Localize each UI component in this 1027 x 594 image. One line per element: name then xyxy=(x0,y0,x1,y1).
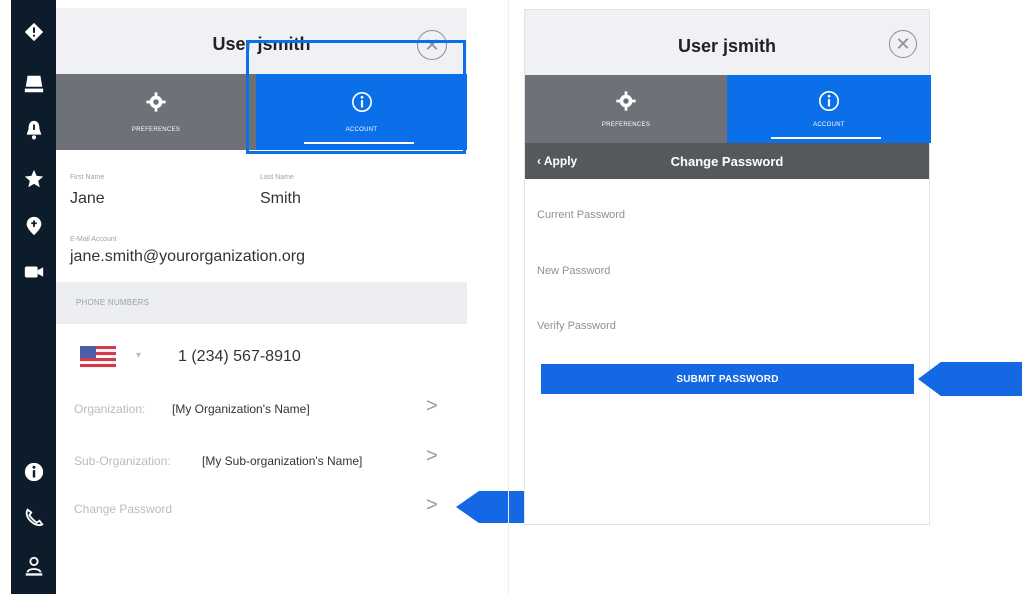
us-flag-icon[interactable] xyxy=(80,346,116,368)
current-password-label: Current Password xyxy=(537,209,626,221)
tab-label: Account xyxy=(813,122,845,128)
chevron-right-icon[interactable]: > xyxy=(426,495,438,515)
gear-icon xyxy=(616,91,636,111)
tab-label: Preferences xyxy=(131,127,181,133)
last-name-value[interactable]: Smith xyxy=(260,190,301,208)
phone-icon[interactable] xyxy=(11,500,56,536)
gear-icon xyxy=(146,92,166,112)
new-password-input[interactable] xyxy=(665,261,915,281)
email-label: E-Mail Account xyxy=(70,236,117,243)
phone-number-value[interactable]: 1 (234) 567-8910 xyxy=(178,348,301,366)
sub-organization-value: [My Sub-organization's Name] xyxy=(202,454,363,468)
screen: User jsmith ✕ Preferences Account xyxy=(0,0,1027,594)
subheader-title: Change Password xyxy=(670,154,784,169)
monitor-icon[interactable] xyxy=(11,66,56,102)
person-badge-icon[interactable] xyxy=(11,548,56,584)
first-name-value[interactable]: Jane xyxy=(70,190,105,208)
info-icon[interactable] xyxy=(11,454,56,490)
divider xyxy=(508,0,509,594)
verify-password-input[interactable] xyxy=(665,316,915,336)
last-name-label: Last Name xyxy=(260,174,294,181)
chevron-right-icon[interactable]: > xyxy=(426,396,438,416)
change-password-panel: User jsmith ✕ Preferences Account xyxy=(524,9,931,525)
section-label: PHONE NUMBERS xyxy=(76,298,150,307)
tab-label: Preferences xyxy=(601,122,651,128)
close-icon[interactable]: ✕ xyxy=(889,30,917,58)
location-pin-icon[interactable] xyxy=(11,208,56,244)
video-camera-icon[interactable] xyxy=(11,254,56,290)
callout-arrow-right xyxy=(918,362,1022,396)
diamond-nav-icon[interactable] xyxy=(11,14,56,50)
verify-password-label: Verify Password xyxy=(537,320,616,332)
sub-organization-label: Sub-Organization: xyxy=(74,454,171,468)
icon-rail xyxy=(11,0,56,594)
country-dropdown-caret[interactable]: ▾ xyxy=(136,350,141,361)
submit-password-button[interactable]: SUBMIT PASSWORD xyxy=(541,364,914,394)
first-name-label: First Name xyxy=(70,174,105,181)
star-icon[interactable] xyxy=(11,161,56,197)
phone-section-header: PHONE NUMBERS xyxy=(56,282,467,324)
change-password-subheader: ‹ Apply Change Password xyxy=(525,143,929,179)
email-value[interactable]: jane.smith@yourorganization.org xyxy=(70,248,305,266)
info-circle-icon xyxy=(819,91,839,111)
tab-account[interactable]: Account xyxy=(727,75,931,143)
panel-title: User jsmith xyxy=(677,36,777,56)
change-password-row[interactable]: Change Password xyxy=(74,502,172,516)
account-tab-highlight xyxy=(246,40,466,154)
organization-label: Organization: xyxy=(74,402,146,416)
panel-header: User jsmith ✕ xyxy=(525,10,929,75)
organization-value: [My Organization's Name] xyxy=(172,402,310,416)
tab-preferences[interactable]: Preferences xyxy=(56,74,256,150)
chevron-right-icon[interactable]: > xyxy=(426,446,438,466)
tab-bar: Preferences Account xyxy=(525,75,931,143)
new-password-label: New Password xyxy=(537,265,611,277)
tab-preferences[interactable]: Preferences xyxy=(525,75,727,143)
bell-icon[interactable] xyxy=(11,112,56,148)
active-tab-indicator xyxy=(771,137,881,139)
current-password-input[interactable] xyxy=(665,205,915,225)
